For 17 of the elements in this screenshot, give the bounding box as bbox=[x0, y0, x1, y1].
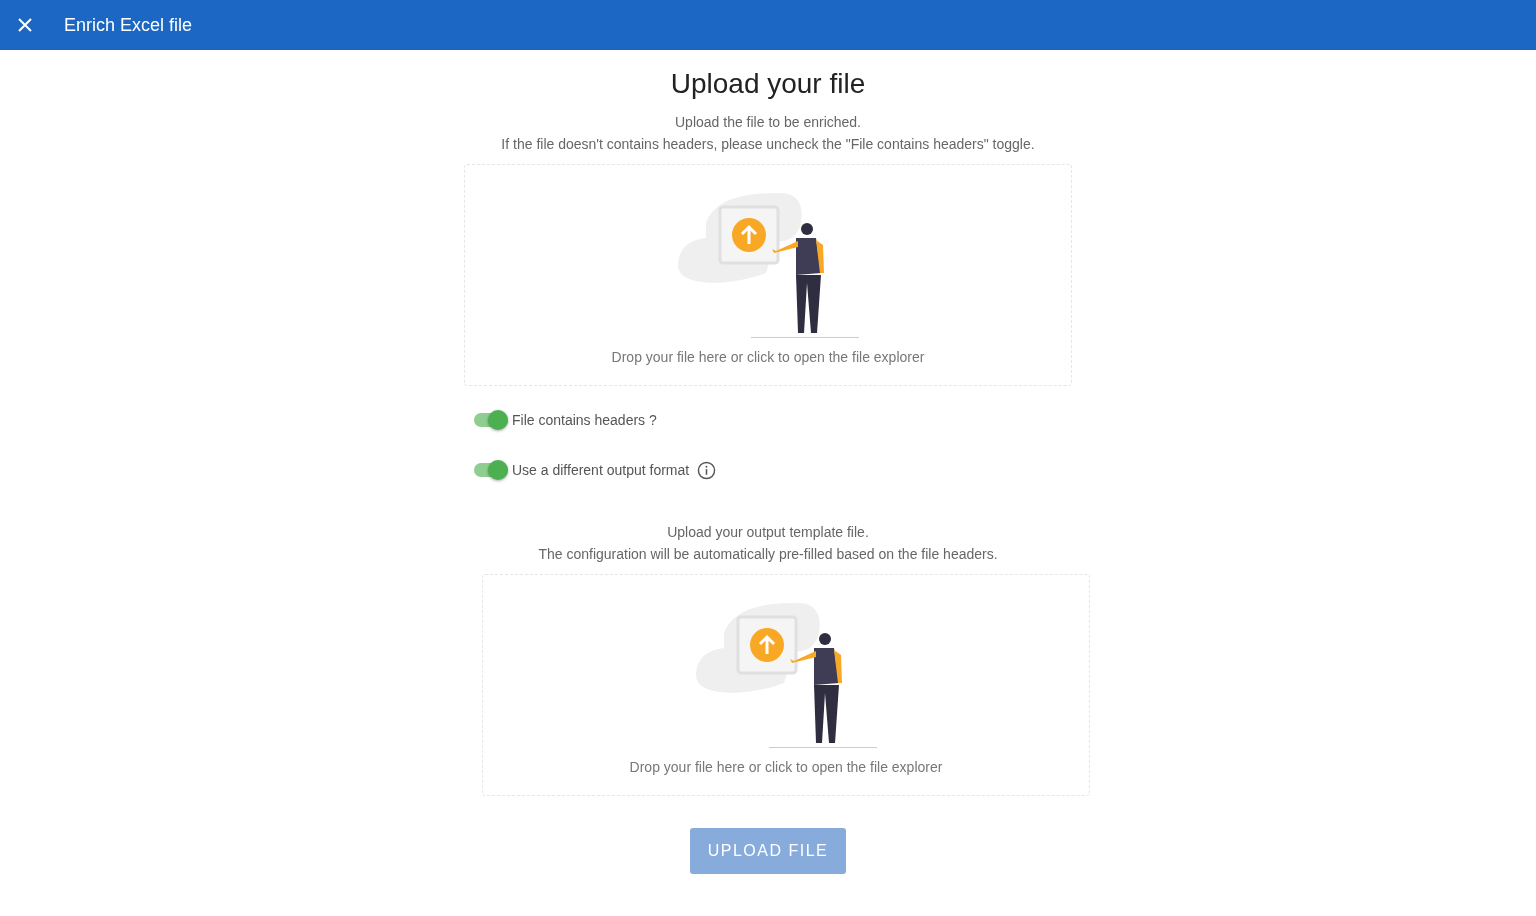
page-title: Upload your file bbox=[670, 68, 866, 100]
toggle-label: File contains headers ? bbox=[512, 412, 657, 428]
file-drop-zone[interactable]: Drop your file here or click to open the file explorer bbox=[482, 574, 1090, 796]
dropzone-hint: Drop your file here or click to open the file explorer bbox=[629, 759, 943, 775]
instruction-text: Upload the file to be enriched. bbox=[675, 114, 861, 130]
toggle-label: Use a different output format bbox=[512, 462, 690, 478]
instruction-text: The configuration will be automatically pre-filled based on the file headers. bbox=[538, 546, 998, 562]
close-icon bbox=[16, 16, 34, 34]
toggle-switch[interactable] bbox=[474, 410, 508, 430]
instruction-text: If the file doesn't contains headers, please uncheck the "File contains headers" toggle. bbox=[501, 136, 1035, 152]
instruction-text: Upload your output template file. bbox=[667, 524, 869, 540]
toggle-switch[interactable] bbox=[474, 460, 508, 480]
window-title: Enrich Excel file bbox=[64, 14, 193, 36]
dropzone-hint: Drop your file here or click to open the file explorer bbox=[611, 349, 925, 365]
close-button[interactable] bbox=[16, 16, 34, 34]
info-icon[interactable] bbox=[697, 460, 717, 480]
file-drop-zone[interactable]: Drop your file here or click to open the file explorer bbox=[464, 164, 1072, 386]
